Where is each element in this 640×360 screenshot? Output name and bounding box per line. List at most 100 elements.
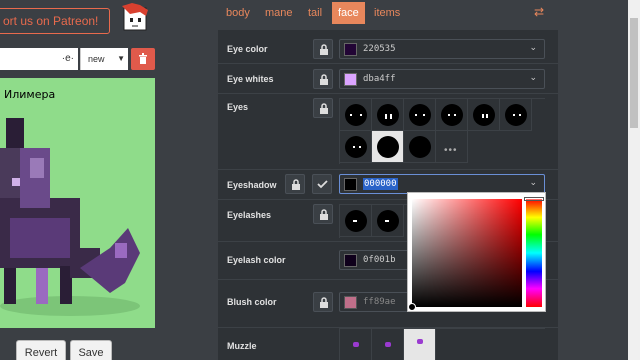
eye-whites-label: Eye whites <box>227 74 274 84</box>
eye-option[interactable] <box>340 131 372 163</box>
eye-color-label: Eye color <box>227 44 268 54</box>
caret-down-icon: ▼ <box>117 54 125 63</box>
tab-face[interactable]: face <box>332 2 365 24</box>
ellipsis-icon: ••• <box>444 145 458 156</box>
blush-color-value: ff89ae <box>363 297 396 307</box>
eye-icon <box>409 136 431 158</box>
color-swatch <box>344 178 357 191</box>
muzzle-label: Muzzle <box>227 341 257 351</box>
eye-icon <box>409 104 431 126</box>
eyelash-option[interactable] <box>340 205 372 237</box>
lock-button[interactable] <box>313 69 333 89</box>
hue-slider[interactable] <box>526 199 542 307</box>
row-eye-color: Eye color 220535 ⌄ <box>218 34 558 64</box>
eyes-grid: ••• <box>339 98 545 164</box>
muzzle-option[interactable] <box>340 329 372 360</box>
lock-button[interactable] <box>313 39 333 59</box>
eyeshadow-checkbox[interactable] <box>312 174 332 194</box>
muzzle-grid <box>339 328 545 360</box>
eye-option-selected[interactable] <box>372 131 404 163</box>
hue-slider-handle[interactable] <box>524 197 544 201</box>
lock-icon <box>292 179 300 190</box>
saturation-value-area[interactable] <box>412 199 522 307</box>
eyelashes-label: Eyelashes <box>227 210 272 220</box>
muzzle-icon <box>385 342 391 347</box>
picker-handle[interactable] <box>408 303 416 311</box>
eye-color-value: 220535 <box>363 44 396 54</box>
lock-icon <box>320 103 328 114</box>
eye-whites-field[interactable]: dba4ff ⌄ <box>339 69 545 89</box>
eye-icon <box>441 104 463 126</box>
eyes-label: Eyes <box>227 102 249 112</box>
color-picker-popup <box>407 192 546 312</box>
eye-icon <box>377 104 399 126</box>
eyelash-color-label: Eyelash color <box>227 255 286 265</box>
lock-button[interactable] <box>313 98 333 118</box>
eye-icon <box>473 104 495 126</box>
trash-icon <box>139 53 147 64</box>
lock-button[interactable] <box>285 174 305 194</box>
muzzle-option[interactable] <box>372 329 404 360</box>
row-muzzle: Muzzle <box>218 328 558 360</box>
lock-icon <box>320 209 328 220</box>
delete-button[interactable] <box>131 48 155 70</box>
eye-icon <box>377 136 399 158</box>
muzzle-icon <box>353 342 359 347</box>
mascot-icon <box>122 3 148 31</box>
pony-sprite-image <box>0 118 140 316</box>
eye-icon <box>505 104 527 126</box>
swap-icon[interactable]: ⇄ <box>534 5 544 19</box>
tab-items[interactable]: items <box>374 2 400 24</box>
revert-button[interactable]: Revert <box>16 340 66 360</box>
lock-button[interactable] <box>313 204 333 224</box>
left-panel: ·e· new ▼ Илимера Revert Save <box>0 44 200 360</box>
pony-name-input[interactable]: ·e· <box>0 48 78 70</box>
eyelash-option[interactable] <box>372 205 404 237</box>
tab-tail[interactable]: tail <box>308 2 322 24</box>
color-swatch <box>344 254 357 267</box>
muzzle-icon <box>417 339 423 344</box>
eyelash-icon <box>345 210 367 232</box>
lock-icon <box>320 297 328 308</box>
pony-select-value: new <box>88 54 105 64</box>
tab-bar: body mane tail face items <box>218 2 558 24</box>
eyeshadow-field[interactable]: 000000 ⌄ <box>339 174 545 194</box>
eye-option[interactable] <box>340 99 372 131</box>
eyelash-color-value: 0f001b <box>363 255 396 265</box>
color-swatch <box>344 296 357 309</box>
color-swatch <box>344 73 357 86</box>
input-dots-icon: ·e· <box>61 53 74 64</box>
eye-icon <box>345 136 367 158</box>
tab-mane[interactable]: mane <box>265 2 293 24</box>
patreon-button[interactable]: ort us on Patreon! <box>0 8 110 34</box>
pony-preview: Илимера <box>0 78 155 328</box>
eyelash-icon <box>377 210 399 232</box>
eye-option[interactable] <box>372 99 404 131</box>
lock-button[interactable] <box>313 292 333 312</box>
pony-select[interactable]: new ▼ <box>80 48 128 70</box>
chevron-down-icon: ⌄ <box>529 72 537 82</box>
tab-body[interactable]: body <box>226 2 250 24</box>
eye-icon <box>345 104 367 126</box>
eye-option[interactable] <box>404 99 436 131</box>
lock-icon <box>320 44 328 55</box>
eye-option[interactable] <box>436 99 468 131</box>
eyeshadow-value: 000000 <box>363 178 398 190</box>
lock-icon <box>320 74 328 85</box>
eye-whites-value: dba4ff <box>363 74 396 84</box>
muzzle-option-selected[interactable] <box>404 329 436 360</box>
scrollbar-thumb[interactable] <box>630 18 638 128</box>
eye-option[interactable] <box>404 131 436 163</box>
top-bar: ort us on Patreon! <box>0 0 200 40</box>
more-eyes-button[interactable]: ••• <box>436 131 468 163</box>
eye-option[interactable] <box>500 99 532 131</box>
save-button[interactable]: Save <box>70 340 112 360</box>
vertical-scrollbar[interactable] <box>628 0 640 360</box>
chevron-down-icon: ⌄ <box>529 42 537 52</box>
check-icon <box>316 180 328 189</box>
eye-option[interactable] <box>468 99 500 131</box>
chevron-down-icon: ⌄ <box>529 177 537 187</box>
eyelashes-grid <box>339 204 409 238</box>
eyeshadow-label: Eyeshadow <box>227 180 277 190</box>
eye-color-field[interactable]: 220535 ⌄ <box>339 39 545 59</box>
